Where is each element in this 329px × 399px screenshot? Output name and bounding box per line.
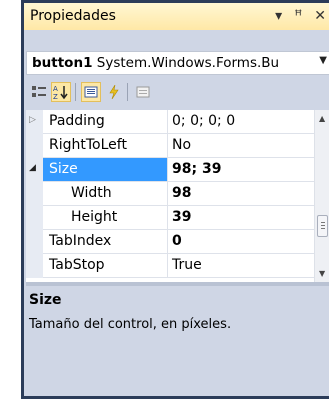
row-gutter xyxy=(26,134,43,158)
expand-arrow-icon[interactable]: ▷ xyxy=(29,115,36,125)
property-name: TabIndex xyxy=(49,233,112,249)
properties-toolbar: AZ xyxy=(26,80,329,104)
property-row-tabstop[interactable]: TabStop True xyxy=(26,254,314,278)
row-gutter xyxy=(26,206,43,230)
property-value[interactable]: No xyxy=(167,134,191,157)
property-row-height[interactable]: Height 39 xyxy=(26,206,314,230)
property-name: Padding xyxy=(49,113,105,129)
close-icon[interactable]: ✕ xyxy=(314,7,326,25)
toolbar-separator xyxy=(75,83,76,101)
property-name: TabStop xyxy=(49,257,105,273)
property-value[interactable]: 0; 0; 0; 0 xyxy=(167,110,235,133)
row-gutter xyxy=(26,254,43,278)
scroll-up-icon[interactable]: ▲ xyxy=(319,114,325,123)
description-text: Tamaño del control, en píxeles. xyxy=(29,317,232,332)
pin-icon[interactable]: ꟸ xyxy=(294,7,302,25)
description-title: Size xyxy=(29,292,62,308)
collapse-arrow-icon[interactable]: ◢ xyxy=(29,163,36,173)
property-grid: ▷ Padding 0; 0; 0; 0 RightToLeft No ◢ Si… xyxy=(26,110,329,282)
property-name: RightToLeft xyxy=(49,137,127,153)
row-gutter xyxy=(26,182,43,206)
vertical-scrollbar[interactable]: ▲ ▼ xyxy=(314,110,329,282)
property-row-righttoleft[interactable]: RightToLeft No xyxy=(26,134,314,158)
property-pages-icon[interactable] xyxy=(133,82,153,102)
property-name: Height xyxy=(71,209,118,225)
property-value[interactable]: 98 xyxy=(167,182,191,205)
object-selector[interactable]: button1 System.Windows.Forms.Bu ▼ xyxy=(26,51,329,75)
property-value[interactable]: 98; 39 xyxy=(167,158,221,181)
toolbar-separator xyxy=(127,83,128,101)
window-title: Propiedades xyxy=(30,8,116,24)
categorized-icon[interactable] xyxy=(29,82,49,102)
property-row-size[interactable]: ◢ Size 98; 39 xyxy=(26,158,314,182)
title-bar[interactable]: Propiedades ▾ ꟸ ✕ xyxy=(24,3,329,31)
property-value[interactable]: 0 xyxy=(167,230,182,253)
dropdown-arrow-icon[interactable]: ▾ xyxy=(275,7,282,25)
property-value[interactable]: True xyxy=(167,254,202,277)
scroll-down-icon[interactable]: ▼ xyxy=(319,269,325,278)
svg-text:A: A xyxy=(53,85,58,93)
chevron-down-icon[interactable]: ▼ xyxy=(319,55,327,66)
property-row-width[interactable]: Width 98 xyxy=(26,182,314,206)
object-name: button1 xyxy=(32,55,93,71)
property-row-tabindex[interactable]: TabIndex 0 xyxy=(26,230,314,254)
properties-panel: button1 System.Windows.Forms.Bu ▼ AZ ▷ P… xyxy=(24,30,329,396)
alphabetical-icon[interactable]: AZ xyxy=(51,82,71,102)
title-buttons: ▾ ꟸ ✕ xyxy=(275,7,326,25)
property-name: Size xyxy=(49,161,78,177)
properties-window: Propiedades ▾ ꟸ ✕ button1 System.Windows… xyxy=(21,0,329,399)
properties-icon[interactable] xyxy=(81,82,101,102)
events-icon[interactable] xyxy=(104,82,124,102)
description-pane: Size Tamaño del control, en píxeles. xyxy=(26,286,329,350)
svg-text:Z: Z xyxy=(53,93,58,100)
object-type: System.Windows.Forms.Bu xyxy=(96,55,280,71)
property-row-padding[interactable]: ▷ Padding 0; 0; 0; 0 xyxy=(26,110,314,134)
row-gutter xyxy=(26,230,43,254)
property-value[interactable]: 39 xyxy=(167,206,191,229)
property-name: Width xyxy=(71,185,112,201)
scroll-thumb[interactable] xyxy=(317,215,328,237)
